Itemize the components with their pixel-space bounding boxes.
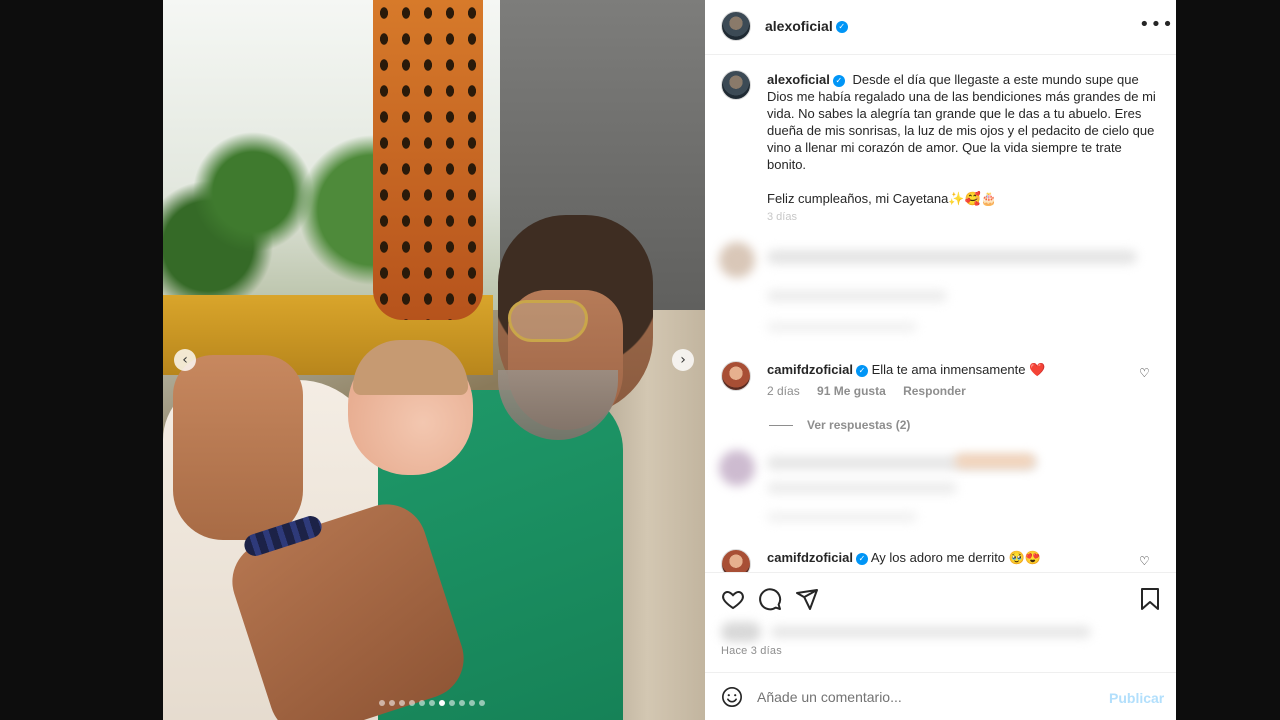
replies-divider	[769, 425, 793, 427]
carousel-dot	[449, 700, 455, 706]
comment-item: camifdzoficial ✓ Ay los adoro me derrito …	[721, 549, 1161, 573]
post-time[interactable]: Hace 3 días	[721, 645, 782, 657]
blurred-avatar	[719, 450, 755, 486]
carousel-next-button[interactable]: ›	[672, 349, 694, 371]
commenter-username-text[interactable]: camifdzoficial	[767, 362, 853, 377]
photo-man-glasses	[508, 300, 588, 342]
carousel-dot	[479, 700, 485, 706]
comment-bubble-icon[interactable]	[758, 587, 782, 611]
author-username[interactable]: alexoficial ✓	[765, 18, 848, 34]
caption-text: Desde el día que llegaste a este mundo s…	[767, 72, 1156, 172]
verified-badge-icon: ✓	[855, 364, 868, 377]
caption: alexoficial ✓ Desde el día que llegaste a…	[767, 71, 1157, 207]
comment-meta: 2 días 91 Me gusta Responder	[767, 384, 980, 398]
reply-button[interactable]: Responder	[903, 384, 966, 398]
caption-username[interactable]: alexoficial ✓	[767, 72, 845, 87]
blurred-comment-meta	[767, 290, 947, 302]
blurred-avatar	[719, 242, 755, 278]
save-bookmark-icon[interactable]	[1139, 587, 1161, 611]
like-heart-icon[interactable]	[721, 587, 745, 611]
more-options-icon[interactable]: •••	[1139, 14, 1174, 35]
publish-button[interactable]: Publicar	[1109, 690, 1164, 706]
caption-birthday-text: Feliz cumpleaños, mi Cayetana✨🥰🎂	[767, 191, 997, 206]
carousel-dot	[409, 700, 415, 706]
view-replies-button[interactable]: Ver respuestas (2)	[769, 418, 910, 432]
carousel-dot	[389, 700, 395, 706]
commenter-username[interactable]: camifdzoficial ✓	[767, 362, 868, 377]
blurred-likes-summary	[721, 622, 1091, 642]
blurred-comment-replies	[767, 512, 917, 522]
carousel-dot	[399, 700, 405, 706]
post-photo[interactable]	[163, 0, 705, 720]
blurred-likers-avatars	[721, 622, 761, 642]
share-paper-plane-icon[interactable]	[795, 587, 819, 611]
carousel-dots	[379, 700, 485, 706]
comment-item: camifdzoficial ✓ Ella te ama inmensamente…	[721, 361, 1161, 421]
post-header: alexoficial ✓ •••	[705, 0, 1176, 55]
blurred-comment-replies	[767, 322, 917, 332]
view-replies-text[interactable]: Ver respuestas (2)	[807, 418, 910, 432]
comment-input[interactable]	[757, 683, 1097, 711]
comment-text: Ella te ama inmensamente ❤️	[871, 362, 1046, 377]
like-comment-heart-icon[interactable]: ♡	[1139, 554, 1150, 568]
carousel-dot	[459, 700, 465, 706]
commenter-avatar[interactable]	[721, 361, 751, 391]
photo-man-hand	[173, 355, 303, 540]
post-side-panel: alexoficial ✓ ••• alexoficial ✓ Desde el d…	[705, 0, 1176, 720]
carousel-dot	[439, 700, 445, 706]
like-comment-heart-icon[interactable]: ♡	[1139, 366, 1150, 380]
verified-badge-icon: ✓	[855, 552, 868, 565]
carousel-dot	[379, 700, 385, 706]
blurred-comment-emoji	[955, 454, 1035, 468]
photo-lamp	[373, 0, 483, 320]
caption-timestamp: 3 días	[767, 211, 797, 223]
commenter-username-text[interactable]: camifdzoficial	[767, 550, 853, 565]
post-actions-bar	[705, 572, 1176, 622]
comment-text: Ay los adoro me derrito 🥹😍	[870, 550, 1042, 565]
blurred-likes-text	[771, 626, 1091, 638]
carousel-dot	[469, 700, 475, 706]
verified-badge-icon: ✓	[832, 74, 845, 87]
carousel-prev-button[interactable]: ‹	[174, 349, 196, 371]
carousel-dot	[429, 700, 435, 706]
caption-username-text[interactable]: alexoficial	[767, 72, 830, 87]
author-username-text[interactable]: alexoficial	[765, 18, 833, 34]
comment-body: camifdzoficial ✓ Ay los adoro me derrito …	[767, 549, 1137, 566]
caption-author-avatar[interactable]	[721, 70, 751, 100]
blurred-comment-text	[767, 250, 1137, 264]
comment-time[interactable]: 2 días	[767, 384, 800, 398]
comment-likes[interactable]: 91 Me gusta	[817, 384, 886, 398]
emoji-smiley-icon[interactable]	[721, 686, 743, 713]
blurred-comment-meta	[767, 482, 957, 494]
commenter-avatar[interactable]	[721, 549, 751, 573]
carousel-dot	[419, 700, 425, 706]
author-avatar[interactable]	[721, 11, 751, 41]
comment-composer: Publicar	[705, 672, 1176, 720]
verified-badge-icon: ✓	[835, 21, 848, 34]
comment-body: camifdzoficial ✓ Ella te ama inmensamente…	[767, 361, 1137, 378]
commenter-username[interactable]: camifdzoficial ✓	[767, 550, 868, 565]
